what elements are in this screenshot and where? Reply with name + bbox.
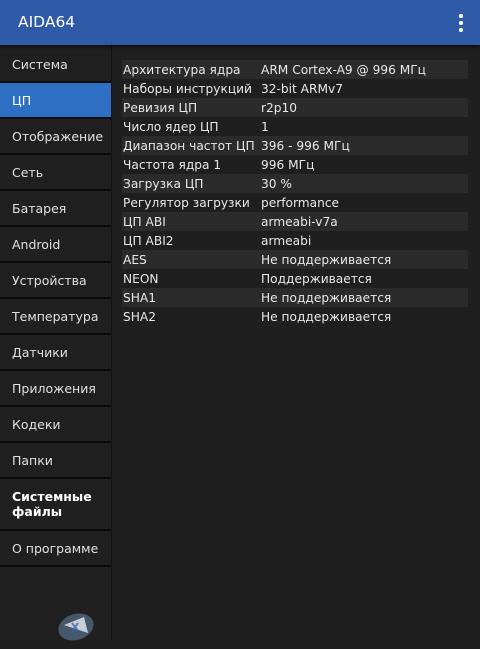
- row-key: Архитектура ядра: [123, 62, 241, 77]
- row-key: SHA2: [123, 309, 156, 324]
- row-value: armeabi-v7a: [261, 214, 338, 229]
- sidebar: Система ЦП Отображение Сеть Батарея Andr…: [0, 45, 112, 641]
- row-value: 996 МГц: [261, 157, 315, 172]
- row-value: Не поддерживается: [261, 252, 392, 267]
- sidebar-item-battery[interactable]: Батарея: [0, 191, 111, 227]
- row-key: Ревизия ЦП: [123, 100, 198, 115]
- row-key: NEON: [123, 271, 159, 286]
- row-key: AES: [123, 252, 147, 267]
- table-row: Ревизия ЦП r2p10: [122, 98, 468, 117]
- cpu-details-table: Архитектура ядра ARM Cortex-A9 @ 996 МГц…: [122, 60, 468, 326]
- table-row: Наборы инструкций 32-bit ARMv7: [122, 79, 468, 98]
- table-row: ЦП ABI2 armeabi: [122, 231, 468, 250]
- row-key: ЦП ABI: [123, 214, 166, 229]
- table-row: Диапазон частот ЦП 396 - 996 МГц: [122, 136, 468, 155]
- sidebar-item-cpu[interactable]: ЦП: [0, 83, 111, 119]
- row-value: 396 - 996 МГц: [261, 138, 350, 153]
- sidebar-item-display[interactable]: Отображение: [0, 119, 111, 155]
- row-value: 30 %: [261, 176, 292, 191]
- row-value: performance: [261, 195, 340, 210]
- table-row: SHA2 Не поддерживается: [122, 307, 468, 326]
- sidebar-item-system[interactable]: Система: [0, 47, 111, 83]
- sidebar-item-devices[interactable]: Устройства: [0, 263, 111, 299]
- sidebar-item-codecs[interactable]: Кодеки: [0, 407, 111, 443]
- sidebar-item-apps[interactable]: Приложения: [0, 371, 111, 407]
- more-vert-icon[interactable]: [453, 11, 469, 35]
- table-row: Архитектура ядра ARM Cortex-A9 @ 996 МГц: [122, 60, 468, 79]
- row-key: Частота ядра 1: [123, 157, 222, 172]
- sidebar-item-folders[interactable]: Папки: [0, 443, 111, 479]
- row-value: Не поддерживается: [261, 290, 392, 305]
- table-row: Регулятор загрузки performance: [122, 193, 468, 212]
- app-bar: AIDA64: [0, 0, 480, 45]
- sidebar-item-temperature[interactable]: Температура: [0, 299, 111, 335]
- row-key: Наборы инструкций: [123, 81, 252, 96]
- sidebar-item-android[interactable]: Android: [0, 227, 111, 263]
- table-row: Частота ядра 1 996 МГц: [122, 155, 468, 174]
- table-row: NEON Поддерживается: [122, 269, 468, 288]
- row-value: Не поддерживается: [261, 309, 392, 324]
- row-key: Диапазон частот ЦП: [123, 138, 255, 153]
- row-value: armeabi: [261, 233, 312, 248]
- watermark-logo-icon: [58, 613, 94, 641]
- row-key: Число ядер ЦП: [123, 119, 219, 134]
- row-value: 1: [261, 119, 269, 134]
- row-key: SHA1: [123, 290, 156, 305]
- row-value: r2p10: [261, 100, 298, 115]
- sidebar-item-system-files[interactable]: Системные файлы: [0, 479, 111, 531]
- table-row: Число ядер ЦП 1: [122, 117, 468, 136]
- row-key: ЦП ABI2: [123, 233, 174, 248]
- table-row: ЦП ABI armeabi-v7a: [122, 212, 468, 231]
- sidebar-item-about[interactable]: О программе: [0, 531, 111, 567]
- row-key: Загрузка ЦП: [123, 176, 204, 191]
- table-row: SHA1 Не поддерживается: [122, 288, 468, 307]
- table-row: AES Не поддерживается: [122, 250, 468, 269]
- sidebar-item-network[interactable]: Сеть: [0, 155, 111, 191]
- table-row: Загрузка ЦП 30 %: [122, 174, 468, 193]
- sidebar-item-sensors[interactable]: Датчики: [0, 335, 111, 371]
- row-value: Поддерживается: [261, 271, 372, 286]
- app-title: AIDA64: [18, 13, 76, 31]
- row-value: ARM Cortex-A9 @ 996 МГц: [261, 62, 426, 77]
- row-key: Регулятор загрузки: [123, 195, 250, 210]
- row-value: 32-bit ARMv7: [261, 81, 343, 96]
